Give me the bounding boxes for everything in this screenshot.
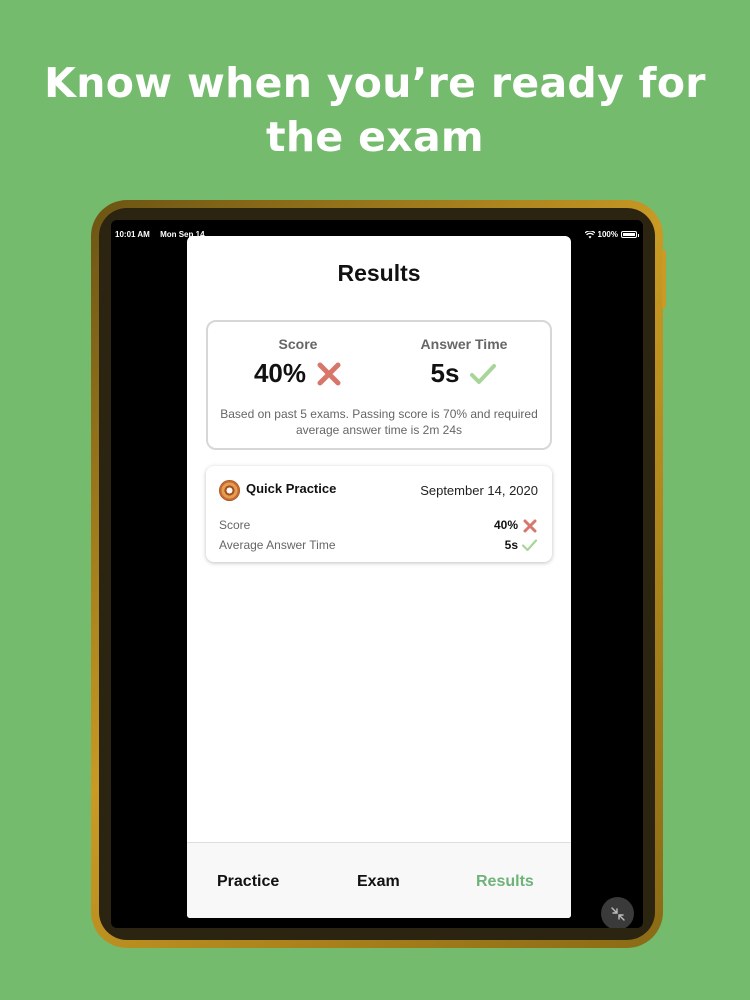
tab-practice[interactable]: Practice [217,873,279,891]
session-time-label: Average Answer Time [219,538,336,552]
headline-line-2: the exam [266,113,484,161]
answer-time-label: Answer Time [420,336,508,352]
x-mark-icon [316,361,342,387]
session-name: Quick Practice [246,481,337,496]
session-time-row: Average Answer Time 5s [219,538,538,556]
session-card[interactable]: Quick Practice September 14, 2020 Score … [206,466,552,562]
headline-line-1: Know when you’re ready for [44,59,706,107]
promo-headline: Know when you’re ready for the exam [0,56,750,164]
ipad-bezel: 10:01 AM Mon Sep 14 100% Results Score 4… [99,208,655,940]
page-title: Results [337,260,421,286]
check-mark-icon [521,538,538,552]
session-time-value: 5s [504,538,518,552]
summary-card: Score 40% Answer Time 5s Based on past 5… [206,320,552,450]
score-value: 40% [253,358,307,388]
collapse-arrows-icon [610,906,626,922]
collapse-button[interactable] [601,897,634,928]
tab-results[interactable]: Results [476,873,534,891]
check-mark-icon [469,362,497,386]
score-metric: Score 40% [248,336,348,389]
score-label: Score [278,336,318,352]
donut-icon [219,480,240,501]
summary-note: Based on past 5 exams. Passing score is … [220,407,538,437]
battery-icon [621,231,639,238]
volume-button [662,250,666,308]
tab-exam[interactable]: Exam [357,873,400,891]
ipad-screen: 10:01 AM Mon Sep 14 100% Results Score 4… [111,220,643,928]
session-date: September 14, 2020 [420,483,538,498]
session-score-label: Score [219,518,251,532]
answer-time-metric: Answer Time 5s [403,336,525,389]
x-mark-icon [522,518,538,534]
answer-time-value: 5s [430,358,460,388]
battery-percent: 100% [597,230,618,239]
session-score-value: 40% [493,518,518,532]
status-time: 10:01 AM [115,230,150,239]
tab-bar: Practice Exam Results [187,842,571,918]
results-sheet: Results Score 40% Answer Time 5s Based o… [187,236,571,918]
session-score-row: Score 40% [219,518,538,536]
ipad-device: 10:01 AM Mon Sep 14 100% Results Score 4… [91,200,666,948]
wifi-icon [584,230,595,239]
